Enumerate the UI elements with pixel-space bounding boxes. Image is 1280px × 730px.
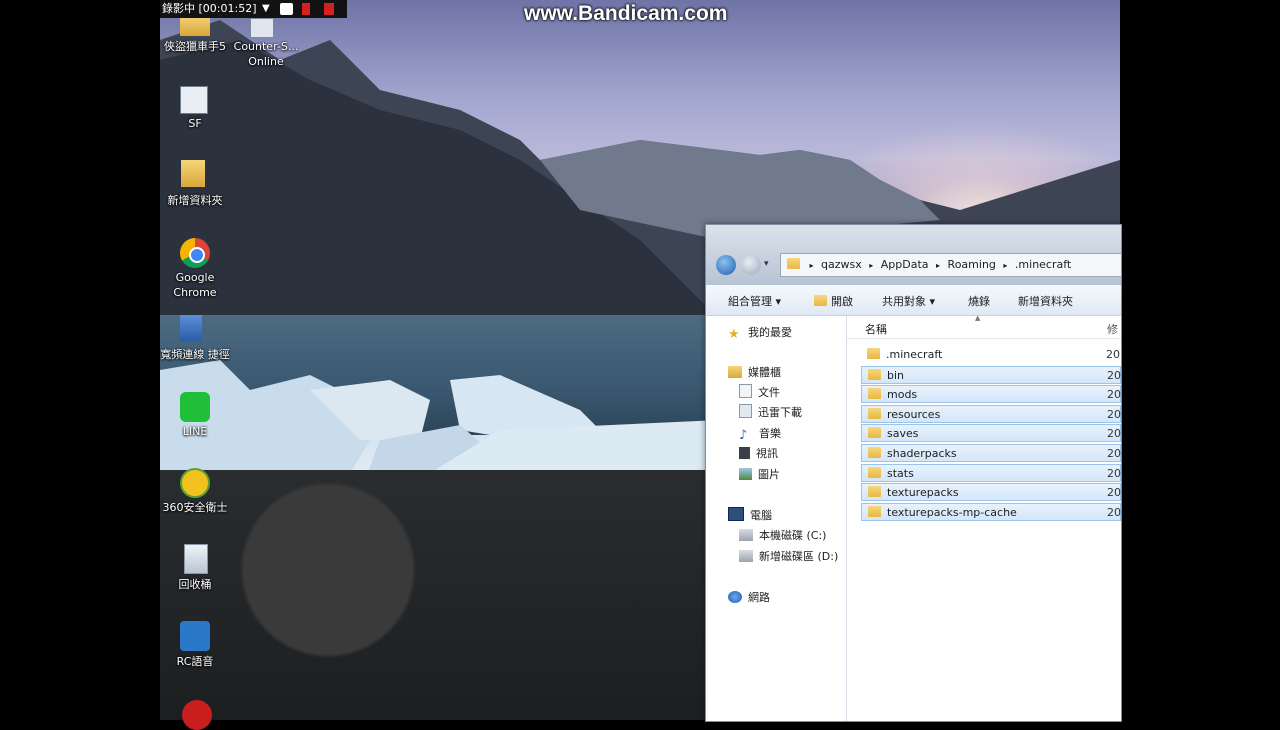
folder-icon (868, 466, 881, 478)
drive-icon (739, 550, 753, 562)
folder-icon (867, 348, 880, 359)
network-icon (728, 591, 742, 603)
file-name: bin (887, 368, 905, 382)
burn-button[interactable]: 燒錄 (968, 293, 990, 309)
sf-app-icon (180, 86, 208, 114)
music-icon: ♪ (739, 428, 748, 443)
file-date: 20 (1107, 368, 1121, 382)
star-icon: ★ (728, 327, 740, 342)
picture-icon (739, 468, 752, 480)
file-date: 20 (1106, 348, 1120, 361)
folder-icon (868, 388, 881, 400)
shortcut-icon (250, 18, 274, 38)
organize-button[interactable]: 組合管理 ▾ (728, 293, 781, 309)
360-security-icon (180, 468, 210, 498)
column-name[interactable]: 名稱 (865, 321, 887, 337)
file-date: 20 (1107, 407, 1121, 421)
folder-icon (868, 407, 881, 419)
file-list: 名稱 ▲ 修 .minecraft 20 bin 20 mods 20 resources 2… (847, 314, 1121, 721)
nav-libraries[interactable]: 媒體櫃 (728, 364, 781, 382)
video-icon (739, 447, 750, 459)
file-row[interactable]: resources 20 (861, 404, 1121, 423)
stop-icon[interactable] (324, 3, 334, 15)
forward-button[interactable] (741, 255, 761, 275)
file-date: 20 (1107, 427, 1121, 441)
file-row[interactable]: shaderpacks 20 (861, 444, 1121, 462)
rocky-shore (160, 470, 720, 720)
nav-drive-d[interactable]: 新增磁碟區 (D:) (739, 548, 838, 566)
file-row[interactable]: mods 20 (861, 385, 1121, 404)
breadcrumb-appdata[interactable]: AppData (877, 258, 933, 271)
folder-icon (868, 368, 881, 380)
network-connection-icon (180, 315, 202, 341)
nav-favorites[interactable]: ★ 我的最愛 (728, 324, 792, 342)
nav-drive-c[interactable]: 本機磁碟 (C:) (739, 527, 826, 545)
breadcrumb-qazwsx[interactable]: qazwsx (817, 258, 866, 271)
chrome-center (189, 247, 205, 263)
computer-icon (728, 507, 744, 521)
back-button[interactable] (716, 255, 736, 275)
open-button[interactable]: 開啟 (814, 293, 853, 309)
sort-indicator-icon: ▲ (975, 314, 981, 322)
file-explorer-window[interactable]: ▾ ▸ qazwsx ▸ AppData ▸ Roaming ▸ .minecr… (705, 224, 1122, 722)
file-name: texturepacks-mp-cache (887, 505, 1017, 519)
folder-icon (787, 258, 800, 269)
nav-network[interactable]: 網路 (728, 589, 770, 607)
file-row[interactable]: saves 20 (861, 424, 1121, 443)
breadcrumb-roaming[interactable]: Roaming (944, 258, 1000, 271)
file-name: shaderpacks (887, 447, 957, 460)
library-icon (728, 366, 742, 378)
file-name: stats (887, 466, 914, 480)
file-date: 20 (1107, 388, 1121, 402)
address-bar[interactable]: ▸ qazwsx ▸ AppData ▸ Roaming ▸ .minecraf… (780, 253, 1121, 277)
bandicam-watermark: www.Bandicam.com (524, 2, 728, 25)
command-bar: 組合管理 ▾ 開啟 共用對象 ▾ 燒錄 新增資料夾 (706, 285, 1121, 316)
folder-icon (868, 427, 881, 439)
document-icon (739, 384, 752, 398)
bandicam-recording-bar: 錄影中 [00:01:52] ▼ (160, 0, 347, 18)
camera-icon[interactable] (280, 3, 293, 15)
pause-icon[interactable] (302, 3, 310, 15)
recording-status: 錄影中 [00:01:52] (162, 2, 257, 15)
open-folder-icon (814, 295, 827, 306)
column-header: 名稱 ▲ 修 (847, 314, 1121, 339)
file-date: 20 (1107, 466, 1121, 480)
share-button[interactable]: 共用對象 ▾ (882, 293, 935, 309)
folder-icon (868, 447, 881, 458)
breadcrumb-minecraft[interactable]: .minecraft (1011, 258, 1075, 271)
file-name: .minecraft (886, 348, 943, 361)
nav-videos[interactable]: 視訊 (739, 445, 778, 463)
nav-thunder-downloads[interactable]: 迅雷下載 (739, 404, 802, 422)
nav-computer[interactable]: 電腦 (728, 507, 772, 525)
line-icon (180, 392, 210, 422)
file-date: 20 (1107, 505, 1121, 519)
nav-pictures[interactable]: 圖片 (739, 466, 780, 484)
folder-icon (181, 160, 205, 187)
file-row[interactable]: texturepacks-mp-cache 20 (861, 502, 1121, 521)
column-modified[interactable]: 修 (1107, 321, 1118, 337)
folder-icon (868, 486, 881, 498)
drive-icon (739, 529, 753, 541)
history-dropdown[interactable]: ▾ (764, 259, 769, 269)
file-date: 20 (1107, 447, 1121, 460)
new-folder-button[interactable]: 新增資料夾 (1018, 293, 1073, 309)
file-name: mods (887, 388, 918, 402)
nav-documents[interactable]: 文件 (739, 384, 780, 402)
file-row[interactable]: bin 20 (861, 365, 1121, 384)
file-row[interactable]: texturepacks 20 (861, 483, 1121, 502)
app-icon (182, 700, 212, 730)
download-folder-icon (739, 404, 752, 418)
recycle-bin-icon (184, 544, 208, 574)
folder-icon (868, 505, 881, 517)
navigation-pane: ★ 我的最愛 媒體櫃 文件 迅雷下載 ♪ 音樂 視訊 圖片 電腦 本機磁碟 (C:)… (706, 316, 847, 721)
file-name: texturepacks (887, 486, 959, 500)
file-date: 20 (1107, 486, 1121, 500)
rc-voice-icon (180, 621, 210, 651)
dropdown-icon[interactable]: ▼ (262, 3, 270, 15)
file-name: resources (887, 407, 941, 421)
file-row[interactable]: .minecraft 20 (861, 346, 1121, 364)
nav-music[interactable]: ♪ 音樂 (739, 425, 781, 443)
file-name: saves (887, 427, 919, 441)
file-row[interactable]: stats 20 (861, 463, 1121, 482)
